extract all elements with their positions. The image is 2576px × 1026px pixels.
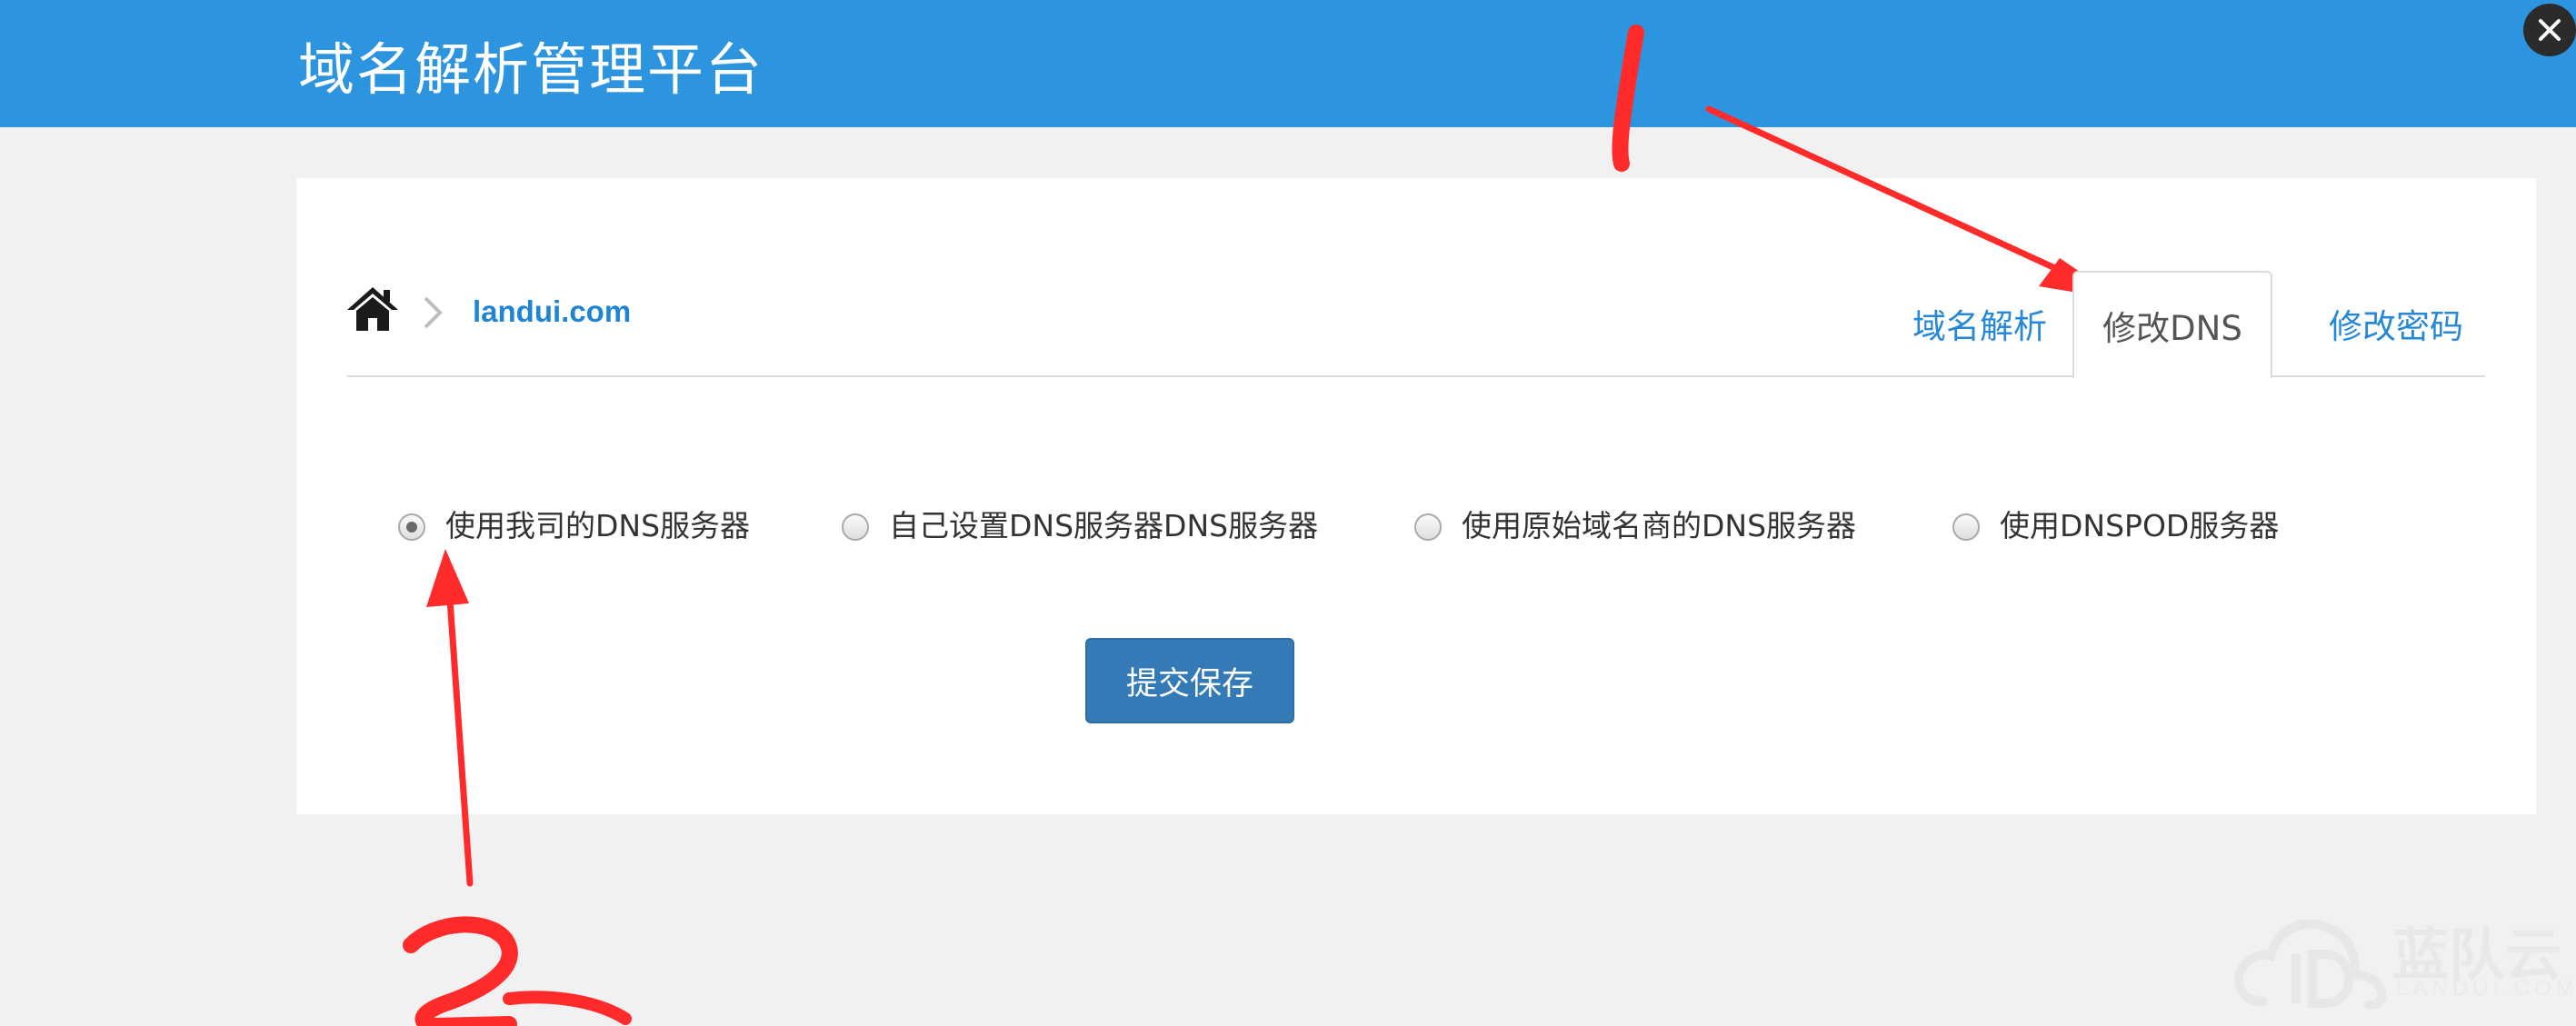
radio-button[interactable] xyxy=(842,513,869,541)
annotation-number-2-tail xyxy=(503,991,632,1025)
dns-option-label: 使用原始域名商的DNS服务器 xyxy=(1462,508,1857,543)
tab-change-password[interactable]: 修改密码 xyxy=(2287,271,2505,376)
dns-option-custom-dns[interactable]: 自己设置DNS服务器DNS服务器 xyxy=(842,498,1318,549)
home-icon[interactable] xyxy=(345,285,400,333)
dns-option-label: 自己设置DNS服务器DNS服务器 xyxy=(889,508,1319,543)
dns-option-our-dns[interactable]: 使用我司的DNS服务器 xyxy=(398,498,750,549)
page-title: 域名解析管理平台 xyxy=(298,36,764,103)
close-button[interactable] xyxy=(2523,4,2576,56)
radio-button[interactable] xyxy=(1952,513,1980,541)
radio-button[interactable] xyxy=(1414,513,1442,541)
tab-domain-resolution[interactable]: 域名解析 xyxy=(1878,271,2082,376)
watermark-subtext: LANDUI.COM xyxy=(2396,976,2576,1001)
radio-button[interactable] xyxy=(398,513,425,541)
dns-option-original-registrar-dns[interactable]: 使用原始域名商的DNS服务器 xyxy=(1414,498,1856,549)
submit-save-button[interactable]: 提交保存 xyxy=(1085,638,1294,723)
app-header: 域名解析管理平台 xyxy=(0,0,2576,127)
cloud-logo-icon xyxy=(2234,919,2387,1010)
breadcrumb-domain[interactable]: landui.com xyxy=(473,294,631,329)
watermark: 蓝队云 LANDUI.COM xyxy=(2232,900,2574,1018)
annotation-number-2 xyxy=(403,916,518,1026)
chevron-right-icon xyxy=(424,296,443,329)
dns-option-label: 使用我司的DNS服务器 xyxy=(445,508,751,543)
close-icon xyxy=(2539,19,2561,41)
tab-modify-dns[interactable]: 修改DNS xyxy=(2072,271,2272,378)
main-panel: landui.com 域名解析 修改DNS 修改密码 使用我司的DNS服务器 自… xyxy=(296,178,2536,814)
dns-option-label: 使用DNSPOD服务器 xyxy=(2000,508,2280,543)
dns-option-dnspod[interactable]: 使用DNSPOD服务器 xyxy=(1952,498,2279,549)
